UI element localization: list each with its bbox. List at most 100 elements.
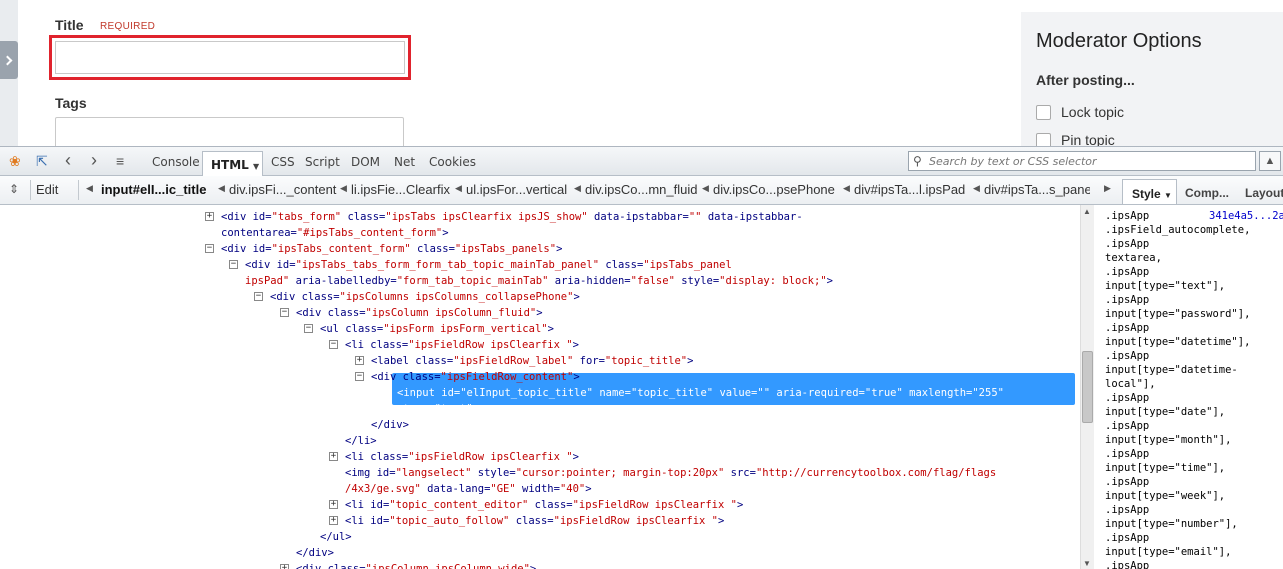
html-panel-scrollbar[interactable]: ▲ ▼ bbox=[1080, 205, 1094, 569]
breadcrumb-item[interactable]: li.ipsFie...Clearfix bbox=[351, 182, 450, 197]
command-line-icon[interactable]: ≡ bbox=[116, 153, 124, 169]
collapse-node-icon[interactable]: − bbox=[304, 324, 313, 333]
html-tree-node[interactable]: </div> bbox=[371, 417, 409, 433]
html-tree-node[interactable]: <img id="langselect" style="cursor:point… bbox=[345, 465, 996, 481]
html-tree-node[interactable]: <ul class="ipsForm ipsForm_vertical"> bbox=[320, 321, 554, 337]
css-rule-line: .ipsApp bbox=[1105, 266, 1150, 278]
html-tree-node[interactable]: <li class="ipsFieldRow ipsClearfix "> bbox=[345, 337, 579, 353]
sidebar-toggle-button[interactable] bbox=[0, 41, 18, 79]
html-tree-node[interactable]: <div class="ipsColumn ipsColumn_fluid"> bbox=[296, 305, 543, 321]
breadcrumb-item[interactable]: ul.ipsFor...vertical bbox=[466, 182, 567, 197]
html-tree-node[interactable]: <li id="topic_content_editor" class="ips… bbox=[345, 497, 743, 513]
node-tag-end: > bbox=[826, 275, 833, 287]
tab-dom[interactable]: DOM bbox=[351, 155, 380, 169]
html-tree-node[interactable]: <label class="ipsFieldRow_label" for="to… bbox=[371, 353, 693, 369]
html-tree-node[interactable]: ipsPad" aria-labelledby="form_tab_topic_… bbox=[245, 273, 833, 289]
html-tree-node[interactable]: </div> bbox=[296, 545, 334, 561]
expand-node-icon[interactable]: + bbox=[329, 516, 338, 525]
breadcrumb-item[interactable]: div.ipsFi..._content bbox=[229, 182, 336, 197]
collapse-node-icon[interactable]: − bbox=[205, 244, 214, 253]
node-tag: <div bbox=[296, 307, 328, 319]
html-tree-node[interactable]: contentarea="#ipsTabs_content_form"> bbox=[221, 225, 449, 241]
attribute-name: class= bbox=[370, 451, 409, 463]
chevron-down-icon: ▼ bbox=[253, 162, 260, 171]
html-tree-node[interactable]: </li> bbox=[345, 433, 377, 449]
html-tree-node[interactable]: <input id="elInput_topic_title" name="to… bbox=[397, 385, 1004, 401]
minimize-devtools-button[interactable]: ▲ bbox=[1259, 151, 1281, 171]
scroll-down-icon[interactable]: ▼ bbox=[1083, 559, 1091, 568]
lock-topic-checkbox[interactable] bbox=[1036, 104, 1051, 120]
breadcrumb-item[interactable]: input#elI...ic_title bbox=[101, 182, 206, 197]
breadcrumb-item[interactable]: div.ipsCo...psePhone bbox=[713, 182, 835, 197]
attribute-value: "true" bbox=[864, 387, 903, 399]
attribute-name: value= bbox=[713, 387, 758, 399]
attribute-value: "ipsFieldRow ipsClearfix " bbox=[408, 339, 573, 351]
html-tree-node[interactable]: <div id="ipsTabs_tabs_form_form_tab_topi… bbox=[245, 257, 732, 273]
html-tree-node[interactable]: <li class="ipsFieldRow ipsClearfix "> bbox=[345, 449, 579, 465]
attribute-value: "elInput_topic_title" bbox=[460, 387, 593, 399]
css-rule-line: .ipsApp bbox=[1105, 532, 1150, 544]
tab-html[interactable]: HTML ▼ bbox=[202, 151, 263, 177]
firebug-icon[interactable]: ❀ bbox=[9, 153, 21, 170]
node-tag-end: > bbox=[573, 371, 580, 383]
html-tree-node[interactable]: <div class="ipsColumns ipsColumns_collap… bbox=[270, 289, 580, 305]
tab-console[interactable]: Console bbox=[152, 155, 200, 169]
html-tree-node[interactable]: /4x3/ge.svg" data-lang="GE" width="40"> bbox=[345, 481, 592, 497]
toolbar-divider bbox=[30, 180, 31, 200]
css-rule-line: .ipsApp bbox=[1105, 350, 1150, 362]
html-tree-node[interactable]: <div id="tabs_form" class="ipsTabs ipsCl… bbox=[221, 209, 803, 225]
node-tag: </li> bbox=[345, 435, 377, 447]
lock-topic-option[interactable]: Lock topic bbox=[1036, 104, 1124, 120]
breadcrumb-scroll-right-icon[interactable]: ▶ bbox=[1104, 183, 1111, 194]
pin-topic-option[interactable]: Pin topic bbox=[1036, 132, 1115, 146]
collapse-node-icon[interactable]: − bbox=[355, 372, 364, 381]
expand-node-icon[interactable]: + bbox=[329, 452, 338, 461]
css-rule-line: .ipsApp bbox=[1105, 392, 1150, 404]
css-rule-line: .ipsApp bbox=[1105, 322, 1150, 334]
scrollbar-thumb[interactable] bbox=[1082, 351, 1093, 423]
edit-button[interactable]: Edit bbox=[36, 182, 58, 197]
html-tree-node[interactable]: type="text"> bbox=[403, 401, 479, 417]
collapse-node-icon[interactable]: − bbox=[254, 292, 263, 301]
stylesheet-link[interactable]: 341e4a5...2a1e bbox=[1209, 209, 1283, 223]
css-rule-line: local"], bbox=[1105, 378, 1156, 390]
tags-input[interactable] bbox=[55, 117, 404, 146]
panel-menu-icon[interactable]: ⇕ bbox=[9, 182, 19, 196]
breadcrumb-item[interactable]: div#ipsTa...l.ipsPad bbox=[854, 182, 965, 197]
forward-icon[interactable]: › bbox=[91, 150, 97, 171]
expand-node-icon[interactable]: + bbox=[205, 212, 214, 221]
tab-computed[interactable]: Comp... bbox=[1185, 186, 1229, 200]
html-tree-node[interactable]: <div class="ipsFieldRow_content"> bbox=[371, 369, 580, 385]
html-tree-node[interactable]: <div class="ipsColumn ipsColumn_wide"> bbox=[296, 561, 536, 569]
collapse-node-icon[interactable]: − bbox=[280, 308, 289, 317]
tab-script[interactable]: Script bbox=[305, 155, 340, 169]
html-tree-node[interactable]: </ul> bbox=[320, 529, 352, 545]
collapse-node-icon[interactable]: − bbox=[329, 340, 338, 349]
back-icon[interactable]: ‹ bbox=[65, 150, 71, 171]
tab-cookies[interactable]: Cookies bbox=[429, 155, 476, 169]
breadcrumb-scroll-left-icon[interactable]: ◀ bbox=[86, 183, 93, 194]
attribute-value: "topic_title" bbox=[630, 387, 714, 399]
html-tree-node[interactable]: <li id="topic_auto_follow" class="ipsFie… bbox=[345, 513, 724, 529]
breadcrumb-item[interactable]: div#ipsTa...s_panels bbox=[984, 182, 1090, 197]
inspect-element-icon[interactable]: ⇱ bbox=[36, 153, 48, 170]
expand-node-icon[interactable]: + bbox=[280, 564, 289, 569]
html-tree-node[interactable]: <div id="ipsTabs_content_form" class="ip… bbox=[221, 241, 562, 257]
attribute-value: "GE" bbox=[490, 483, 516, 495]
pin-topic-checkbox[interactable] bbox=[1036, 132, 1051, 146]
expand-node-icon[interactable]: + bbox=[355, 356, 364, 365]
search-placeholder: Search by text or CSS selector bbox=[929, 155, 1097, 168]
tab-layout[interactable]: Layout bbox=[1245, 186, 1283, 200]
title-input[interactable] bbox=[55, 41, 405, 74]
breadcrumb-toolbar: ⇕ Edit ◀ input#elI...ic_title ◀ div.ipsF… bbox=[0, 176, 1283, 205]
tab-net[interactable]: Net bbox=[394, 155, 415, 169]
tab-style[interactable]: Style ▼ bbox=[1122, 179, 1177, 204]
css-rule-line: input[type="month"], bbox=[1105, 434, 1232, 446]
expand-node-icon[interactable]: + bbox=[329, 500, 338, 509]
breadcrumb-item[interactable]: div.ipsCo...mn_fluid bbox=[585, 182, 697, 197]
tab-css[interactable]: CSS bbox=[271, 155, 295, 169]
collapse-node-icon[interactable]: − bbox=[229, 260, 238, 269]
devtools-search-input[interactable]: ⚲ Search by text or CSS selector bbox=[908, 151, 1256, 171]
scroll-up-icon[interactable]: ▲ bbox=[1083, 207, 1091, 216]
attribute-name: class= bbox=[599, 259, 644, 271]
